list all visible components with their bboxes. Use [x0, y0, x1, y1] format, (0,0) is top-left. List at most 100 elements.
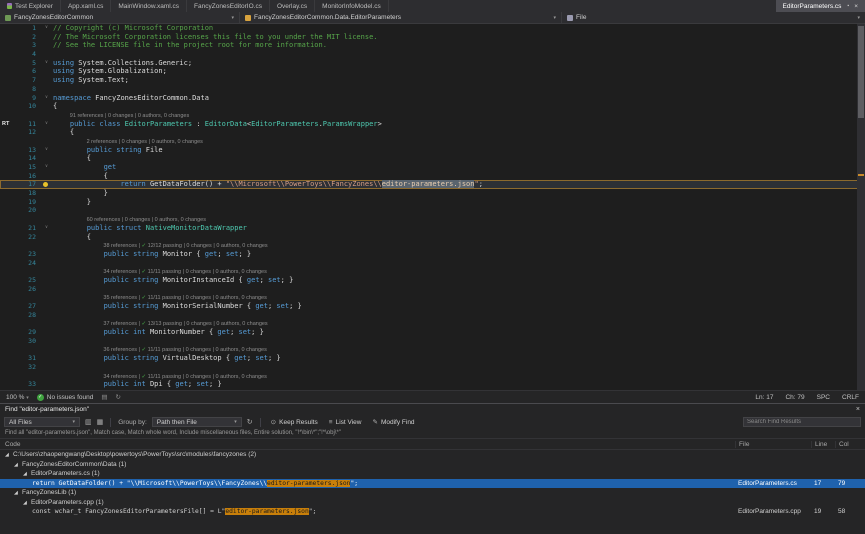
- code-line[interactable]: 18 }: [0, 189, 865, 198]
- close-icon[interactable]: ×: [854, 3, 858, 10]
- refresh-icon[interactable]: ↻: [116, 393, 121, 401]
- glyph-margin[interactable]: [40, 372, 53, 381]
- breakpoint-margin[interactable]: [0, 250, 14, 259]
- breakpoint-margin[interactable]: [0, 276, 14, 285]
- glyph-margin[interactable]: [40, 76, 53, 85]
- codelens-indicator[interactable]: 37 references | ✓ 13/13 passing | 0 chan…: [103, 320, 267, 328]
- breakpoint-margin[interactable]: [0, 224, 14, 233]
- code-line[interactable]: 4: [0, 50, 865, 59]
- glyph-margin[interactable]: [40, 337, 53, 346]
- editor-scrollbar[interactable]: [857, 24, 865, 390]
- find-result-group[interactable]: ◢FancyZonesEditorCommon\Data (1): [0, 460, 865, 470]
- breakpoint-margin[interactable]: [0, 180, 14, 189]
- glyph-margin[interactable]: [40, 50, 53, 59]
- glyph-margin[interactable]: [40, 41, 53, 50]
- breakpoint-margin[interactable]: [0, 41, 14, 50]
- find-result-match[interactable]: return GetDataFolder() + "\\Microsoft\\P…: [0, 479, 865, 489]
- fold-icon[interactable]: ∨: [40, 163, 53, 172]
- code-line[interactable]: 26: [0, 285, 865, 294]
- type-dropdown[interactable]: FancyZonesEditorCommon.Data.EditorParame…: [240, 12, 562, 23]
- list-icon[interactable]: ▤: [101, 393, 107, 401]
- codelens-indicator[interactable]: 34 references | ✓ 11/11 passing | 0 chan…: [103, 373, 266, 381]
- codelens-indicator[interactable]: 34 references | ✓ 11/11 passing | 0 chan…: [103, 268, 266, 276]
- modify-find-button[interactable]: ✎ Modify Find: [370, 418, 418, 426]
- find-result-match[interactable]: const wchar_t FancyZonesEditorParameters…: [0, 507, 865, 517]
- breakpoint-margin[interactable]: [0, 337, 14, 346]
- fold-icon[interactable]: ∨: [40, 120, 53, 129]
- glyph-margin[interactable]: [40, 206, 53, 215]
- breakpoint-margin[interactable]: [0, 302, 14, 311]
- breakpoint-margin[interactable]: [0, 345, 14, 354]
- glyph-margin[interactable]: [40, 319, 53, 328]
- breakpoint-margin[interactable]: [0, 380, 14, 389]
- code-line[interactable]: 15∨ get: [0, 163, 865, 172]
- breakpoint-margin[interactable]: [0, 319, 14, 328]
- breakpoint-margin[interactable]: [0, 363, 14, 372]
- list-view-button[interactable]: ≡ List View: [326, 419, 365, 426]
- codelens-row[interactable]: 36 references | ✓ 11/11 passing | 0 chan…: [0, 345, 865, 354]
- breakpoint-margin[interactable]: [0, 233, 14, 242]
- tab-editorparameters-cs-active[interactable]: EditorParameters.cs ▪ ×: [776, 0, 865, 12]
- codelens-row[interactable]: 60 references | 0 changes | 0 authors, 0…: [0, 215, 865, 224]
- glyph-margin[interactable]: [40, 33, 53, 42]
- breakpoint-margin[interactable]: [0, 94, 14, 103]
- code-line[interactable]: 20: [0, 206, 865, 215]
- tab-overlay-cs[interactable]: Overlay.cs: [270, 0, 315, 12]
- glyph-margin[interactable]: [40, 250, 53, 259]
- scrollbar-thumb[interactable]: [858, 26, 864, 118]
- glyph-margin[interactable]: [40, 172, 53, 181]
- column-file[interactable]: File: [735, 441, 811, 448]
- code-line[interactable]: 2// The Microsoft Corporation licenses t…: [0, 33, 865, 42]
- column-line[interactable]: Line: [811, 441, 835, 448]
- glyph-margin[interactable]: [40, 137, 53, 146]
- codelens-row[interactable]: 37 references | ✓ 13/13 passing | 0 chan…: [0, 319, 865, 328]
- glyph-margin[interactable]: [40, 363, 53, 372]
- glyph-margin[interactable]: [40, 302, 53, 311]
- find-result-group[interactable]: ◢C:\Users\zhaopengwang\Desktop\powertoys…: [0, 450, 865, 460]
- close-icon[interactable]: ×: [856, 406, 860, 413]
- breakpoint-margin[interactable]: [0, 24, 14, 33]
- char-indicator[interactable]: Ch: 79: [785, 394, 804, 401]
- breakpoint-margin[interactable]: [0, 259, 14, 268]
- glyph-margin[interactable]: [40, 180, 53, 189]
- codelens-indicator[interactable]: 35 references | ✓ 11/11 passing | 0 chan…: [103, 294, 266, 302]
- codelens-indicator[interactable]: 2 references | 0 changes | 0 authors, 0 …: [87, 138, 203, 146]
- glyph-margin[interactable]: [40, 85, 53, 94]
- glyph-margin[interactable]: [40, 276, 53, 285]
- breakpoint-margin[interactable]: RT: [0, 120, 14, 129]
- code-line[interactable]: 6using System.Globalization;: [0, 67, 865, 76]
- code-line[interactable]: 12 {: [0, 128, 865, 137]
- glyph-margin[interactable]: [40, 198, 53, 207]
- breakpoint-margin[interactable]: [0, 206, 14, 215]
- breakpoint-margin[interactable]: [0, 128, 14, 137]
- code-line[interactable]: 17 return GetDataFolder() + "\\Microsoft…: [0, 180, 865, 189]
- glyph-margin[interactable]: [40, 233, 53, 242]
- column-col[interactable]: Col: [835, 441, 865, 448]
- find-result-group[interactable]: ◢FancyZonesLib (1): [0, 488, 865, 498]
- fold-icon[interactable]: ∨: [40, 146, 53, 155]
- group-by-dropdown[interactable]: Path then File▾: [152, 417, 242, 427]
- glyph-margin[interactable]: [40, 67, 53, 76]
- breakpoint-margin[interactable]: [0, 215, 14, 224]
- expander-icon[interactable]: ◢: [5, 452, 13, 458]
- tab-fancyzoneseditorio-cs[interactable]: FancyZonesEditorIO.cs: [187, 0, 270, 12]
- code-line[interactable]: 21∨ public struct NativeMonitorDataWrapp…: [0, 224, 865, 233]
- code-line[interactable]: 28: [0, 311, 865, 320]
- code-line[interactable]: 13∨ public string File: [0, 146, 865, 155]
- glyph-margin[interactable]: [40, 328, 53, 337]
- code-line[interactable]: 31 public string VirtualDesktop { get; s…: [0, 354, 865, 363]
- refresh-icon[interactable]: ↻: [247, 418, 253, 426]
- breakpoint-margin[interactable]: [0, 172, 14, 181]
- breakpoint-margin[interactable]: [0, 198, 14, 207]
- breakpoint-margin[interactable]: [0, 163, 14, 172]
- expand-all-icon[interactable]: ▦: [97, 418, 104, 426]
- search-find-results-input[interactable]: [743, 417, 861, 427]
- find-result-group[interactable]: ◢EditorParameters.cpp (1): [0, 498, 865, 508]
- column-code[interactable]: Code: [5, 441, 735, 448]
- code-line[interactable]: 29 public int MonitorNumber { get; set; …: [0, 328, 865, 337]
- breakpoint-margin[interactable]: [0, 354, 14, 363]
- code-line[interactable]: 7using System.Text;: [0, 76, 865, 85]
- issues-indicator[interactable]: ✓ No issues found: [37, 394, 94, 401]
- code-line[interactable]: 16 {: [0, 172, 865, 181]
- code-line[interactable]: 19 }: [0, 198, 865, 207]
